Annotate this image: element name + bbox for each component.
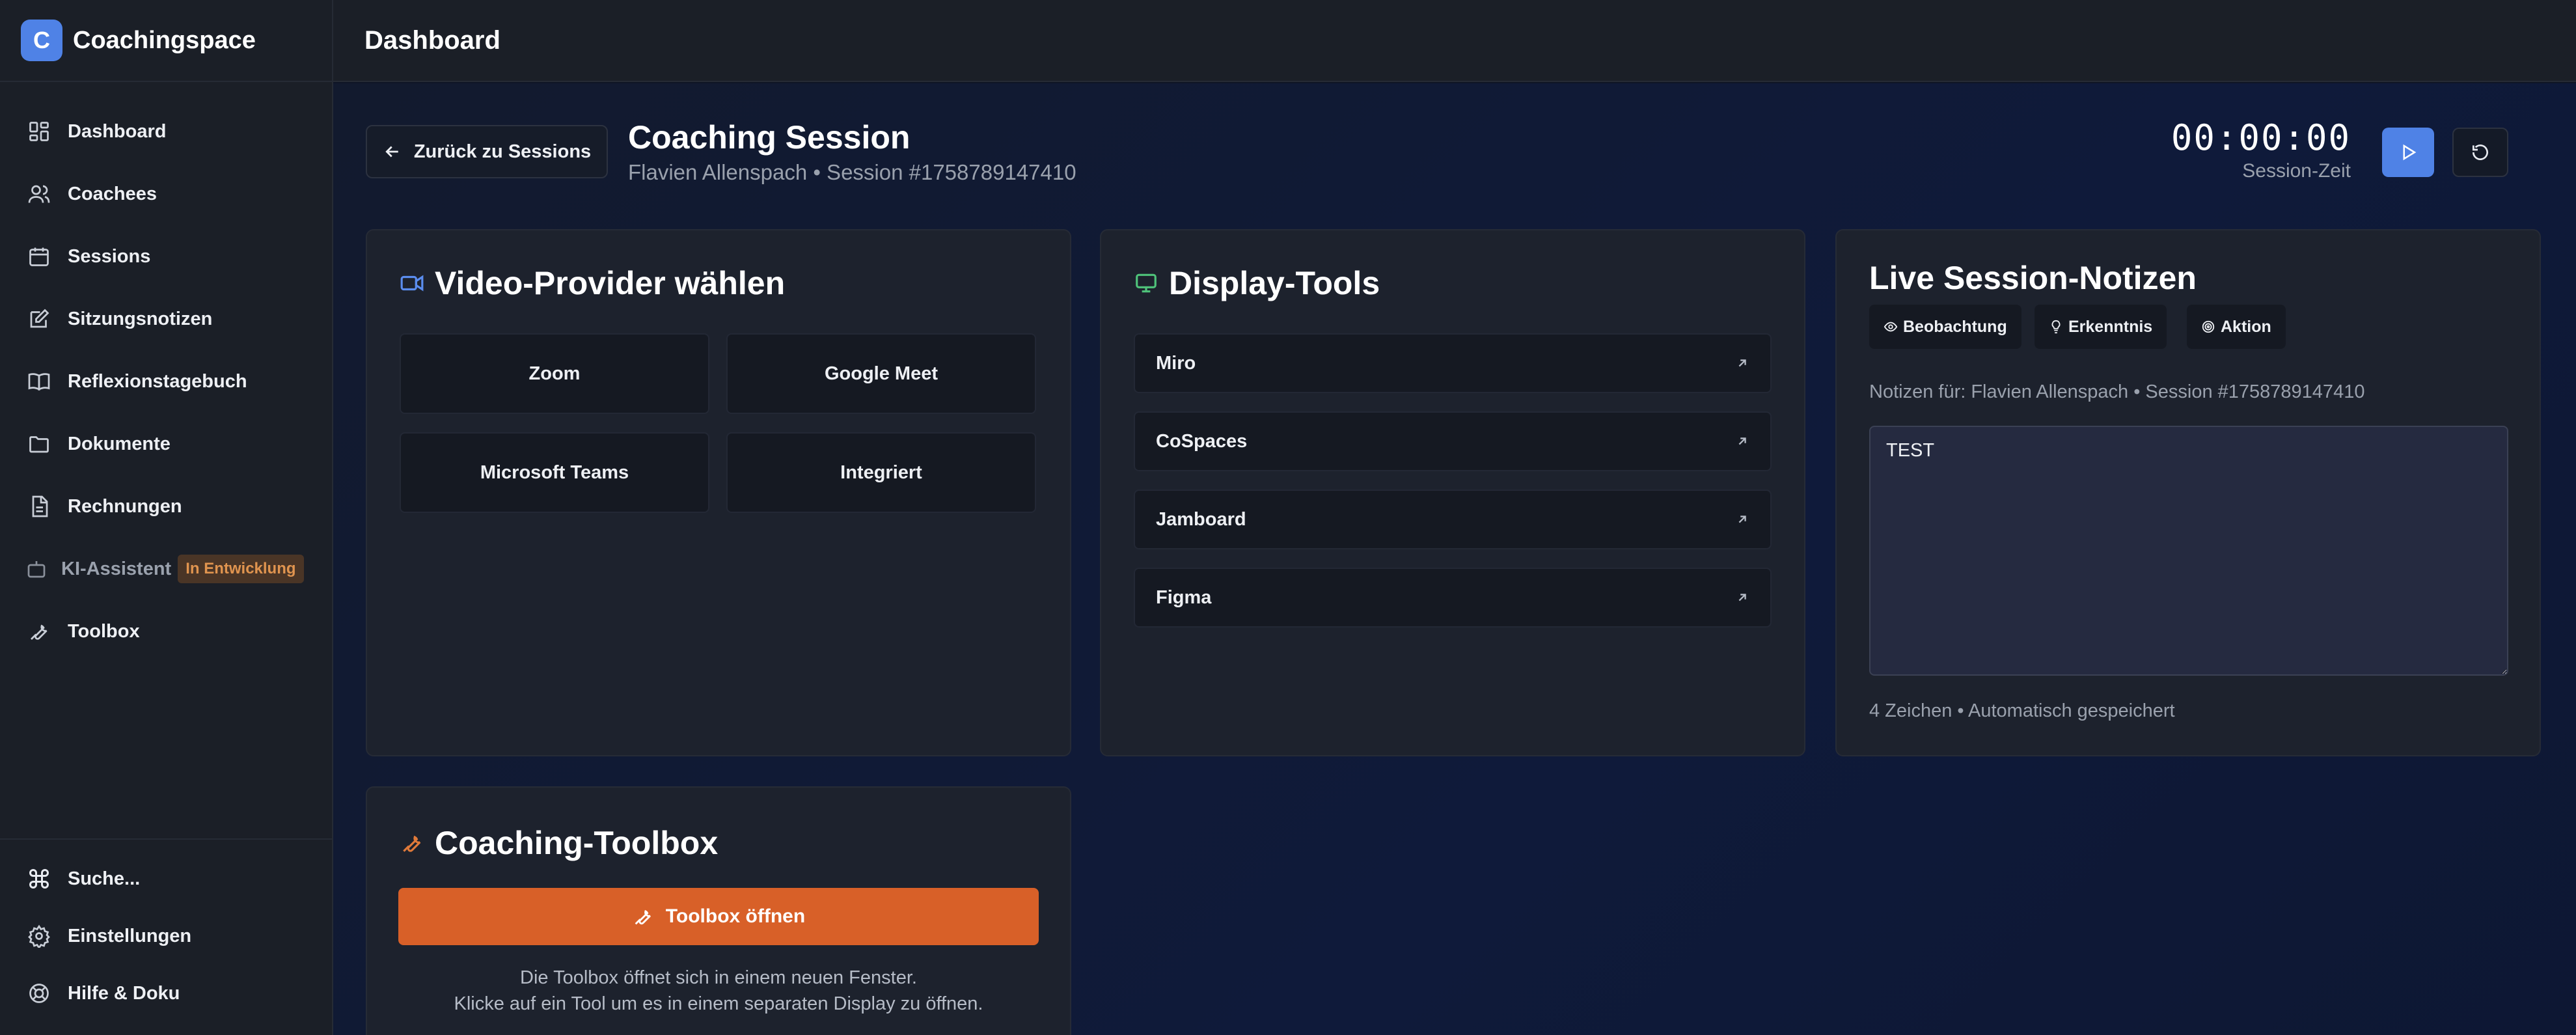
target-icon xyxy=(2202,320,2215,333)
start-timer-button[interactable] xyxy=(2382,128,2434,177)
sidebar-item-search[interactable]: Suche... xyxy=(0,850,332,907)
sidebar: C Coachingspace Dashboard Coachees Sessi… xyxy=(0,0,333,1035)
brand-name: Coachingspace xyxy=(73,26,256,54)
main-content: Zurück zu Sessions Coaching Session Flav… xyxy=(333,83,2576,1035)
sidebar-item-label: Rechnungen xyxy=(68,495,182,517)
sidebar-item-settings[interactable]: Einstellungen xyxy=(0,907,332,965)
notes-status: 4 Zeichen • Automatisch gespeichert xyxy=(1869,700,2175,721)
sidebar-item-reflexionstagebuch[interactable]: Reflexionstagebuch xyxy=(0,350,332,413)
lifebuoy-icon xyxy=(26,980,52,1006)
notes-textarea[interactable]: TEST xyxy=(1869,426,2508,676)
sidebar-item-label: Suche... xyxy=(68,868,141,889)
tool-jamboard[interactable]: Jamboard xyxy=(1134,490,1772,549)
card-title: Live Session-Notizen xyxy=(1869,260,2197,296)
gear-icon xyxy=(26,923,52,949)
coaching-toolbox-card: Coaching-Toolbox Toolbox öffnen Die Tool… xyxy=(366,786,1071,1035)
video-icon xyxy=(400,270,426,296)
timer-label: Session-Zeit xyxy=(2242,160,2351,182)
provider-teams-button[interactable]: Microsoft Teams xyxy=(400,432,709,513)
toolbox-description-2: Klicke auf ein Tool um es in einem separ… xyxy=(454,993,983,1014)
brand[interactable]: C Coachingspace xyxy=(0,0,332,82)
eye-icon xyxy=(1884,322,1898,332)
sidebar-item-label: Sessions xyxy=(68,245,151,267)
back-label: Zurück zu Sessions xyxy=(413,141,592,162)
session-timer: 00:00:00 xyxy=(2171,117,2351,158)
wrench-icon xyxy=(26,618,52,644)
monitor-icon xyxy=(1134,270,1160,296)
tag-observation-button[interactable]: Beobachtung xyxy=(1869,305,2021,349)
folder-icon xyxy=(26,431,52,457)
sidebar-item-label: KI-Assistent xyxy=(61,558,172,579)
external-link-icon xyxy=(1738,359,1746,367)
sidebar-item-label: Coachees xyxy=(68,183,158,204)
sidebar-item-ki-assistent[interactable]: KI-Assistent In Entwicklung xyxy=(0,538,332,600)
notes-context: Notizen für: Flavien Allenspach • Sessio… xyxy=(1869,381,2365,402)
sidebar-item-help[interactable]: Hilfe & Doku xyxy=(0,965,332,1022)
book-icon xyxy=(26,368,52,394)
external-link-icon xyxy=(1738,516,1746,523)
wrench-icon xyxy=(400,830,426,856)
sidebar-item-dashboard[interactable]: Dashboard xyxy=(0,100,332,163)
card-title: Display-Tools xyxy=(1134,264,1380,302)
sidebar-bottom: Suche... Einstellungen Hilfe & Doku xyxy=(0,838,332,1035)
calendar-icon xyxy=(26,243,52,269)
arrow-left-icon xyxy=(385,146,398,158)
users-icon xyxy=(26,181,52,207)
card-title: Video-Provider wählen xyxy=(400,264,785,302)
tag-action-button[interactable]: Aktion xyxy=(2187,305,2286,349)
sidebar-nav: Dashboard Coachees Sessions Sitzungsnoti… xyxy=(0,82,332,663)
external-link-icon xyxy=(1738,594,1746,601)
display-tools-card: Display-Tools Miro CoSpaces Jamboard Fig… xyxy=(1100,229,1805,756)
reset-timer-button[interactable] xyxy=(2452,128,2508,177)
sidebar-item-toolbox[interactable]: Toolbox xyxy=(0,600,332,663)
top-bar: Dashboard xyxy=(333,0,2576,82)
open-toolbox-button[interactable]: Toolbox öffnen xyxy=(398,888,1039,945)
tool-miro[interactable]: Miro xyxy=(1134,333,1772,393)
status-badge: In Entwicklung xyxy=(178,555,304,583)
sidebar-item-label: Reflexionstagebuch xyxy=(68,370,247,392)
provider-integrated-button[interactable]: Integriert xyxy=(726,432,1036,513)
sidebar-item-coachees[interactable]: Coachees xyxy=(0,163,332,225)
sidebar-item-sessions[interactable]: Sessions xyxy=(0,225,332,288)
lightbulb-icon xyxy=(2051,320,2061,334)
session-title: Coaching Session xyxy=(628,119,911,156)
command-icon xyxy=(26,866,52,892)
tool-cospaces[interactable]: CoSpaces xyxy=(1134,411,1772,471)
bot-icon xyxy=(23,556,49,582)
sidebar-item-rechnungen[interactable]: Rechnungen xyxy=(0,475,332,538)
sidebar-item-dokumente[interactable]: Dokumente xyxy=(0,413,332,475)
tag-insight-button[interactable]: Erkenntnis xyxy=(2035,305,2167,349)
sidebar-item-label: Sitzungsnotizen xyxy=(68,308,213,329)
provider-google-meet-button[interactable]: Google Meet xyxy=(726,333,1036,414)
tool-figma[interactable]: Figma xyxy=(1134,568,1772,628)
sidebar-item-label: Dokumente xyxy=(68,433,171,454)
toolbox-description-1: Die Toolbox öffnet sich in einem neuen F… xyxy=(520,967,917,988)
wrench-icon xyxy=(635,909,651,925)
sidebar-item-label: Toolbox xyxy=(68,620,140,642)
provider-zoom-button[interactable]: Zoom xyxy=(400,333,709,414)
card-title: Coaching-Toolbox xyxy=(400,824,718,862)
file-text-icon xyxy=(26,493,52,519)
video-provider-card: Video-Provider wählen Zoom Google Meet M… xyxy=(366,229,1071,756)
brand-logo: C xyxy=(21,20,62,61)
back-to-sessions-button[interactable]: Zurück zu Sessions xyxy=(366,125,608,178)
sidebar-item-sitzungsnotizen[interactable]: Sitzungsnotizen xyxy=(0,288,332,350)
external-link-icon xyxy=(1738,437,1746,445)
play-icon xyxy=(2403,144,2417,161)
dashboard-icon xyxy=(26,118,52,145)
sidebar-item-label: Dashboard xyxy=(68,120,167,142)
sidebar-item-label: Hilfe & Doku xyxy=(68,982,180,1004)
reset-icon xyxy=(2473,145,2488,160)
page-title: Dashboard xyxy=(364,25,500,55)
edit-note-icon xyxy=(26,306,52,332)
session-subtitle: Flavien Allenspach • Session #1758789147… xyxy=(628,160,1076,184)
live-notes-card: Live Session-Notizen Beobachtung Erkennt… xyxy=(1835,229,2541,756)
sidebar-item-label: Einstellungen xyxy=(68,925,192,946)
